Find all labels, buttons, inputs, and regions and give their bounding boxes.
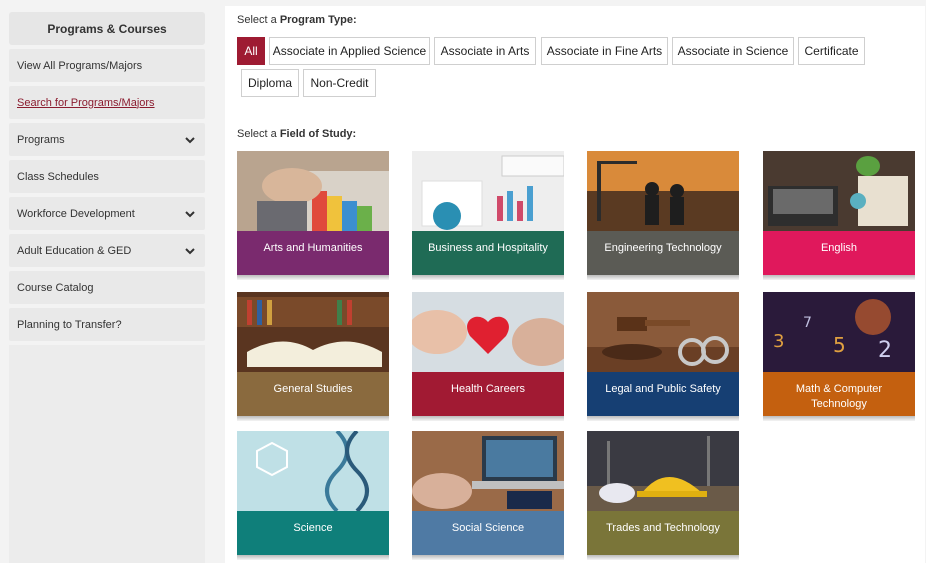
program-type-label: Select a Program Type: <box>237 14 357 26</box>
chevron-down-icon[interactable] <box>185 135 195 145</box>
field-card-label: Business and Hospitality <box>412 231 564 275</box>
program-type-certificate-button[interactable]: Certificate <box>798 37 865 65</box>
program-type-prefix: Select a <box>237 14 280 26</box>
science-image <box>237 431 389 511</box>
program-type-diploma-button[interactable]: Diploma <box>241 69 299 97</box>
field-card-label: Social Science <box>412 511 564 555</box>
legal-image <box>587 292 739 372</box>
program-type-bold: Program Type: <box>279 14 357 26</box>
field-card-label: English <box>763 231 915 275</box>
sidebar-item-label: Workforce Development <box>17 207 135 220</box>
program-type-as-button[interactable]: Associate in Science <box>672 37 794 65</box>
program-type-aa-button[interactable]: Associate in Arts <box>434 37 536 65</box>
engineering-image <box>587 151 739 231</box>
svg-text:5: 5 <box>833 333 846 357</box>
card-shadow <box>412 416 564 421</box>
field-card-social-science[interactable]: Social Science <box>412 431 564 560</box>
field-of-study-label: Select a Field of Study: <box>237 128 356 140</box>
sidebar-item-transfer[interactable]: Planning to Transfer? <box>9 308 205 341</box>
card-shadow <box>587 275 739 280</box>
card-shadow <box>237 555 389 560</box>
sidebar-nav: Programs & Courses View All Programs/Maj… <box>9 12 205 563</box>
card-shadow <box>412 555 564 560</box>
svg-text:2: 2 <box>878 338 892 363</box>
field-card-general-studies[interactable]: General Studies <box>237 292 389 421</box>
field-of-study-bold: Field of Study: <box>279 128 357 140</box>
field-card-label: Engineering Technology <box>587 231 739 275</box>
card-shadow <box>763 275 915 280</box>
sidebar-item-view-all[interactable]: View All Programs/Majors <box>9 49 205 82</box>
page: Programs & Courses View All Programs/Maj… <box>0 0 926 563</box>
chevron-down-icon[interactable] <box>185 209 195 219</box>
sidebar-item-workforce[interactable]: Workforce Development <box>9 197 205 230</box>
sidebar-item-class-schedules[interactable]: Class Schedules <box>9 160 205 193</box>
sidebar-item-label: View All Programs/Majors <box>17 59 143 72</box>
program-type-afa-button[interactable]: Associate in Fine Arts <box>541 37 668 65</box>
health-image <box>412 292 564 372</box>
general-studies-image <box>237 292 389 372</box>
main-content: Select a Program Type: All Associate in … <box>225 6 925 563</box>
program-type-all-button[interactable]: All <box>237 37 265 65</box>
card-shadow <box>412 275 564 280</box>
field-card-engineering[interactable]: Engineering Technology <box>587 151 739 280</box>
sidebar-item-label: Programs <box>17 133 65 146</box>
field-card-label: Math & Computer Technology <box>763 372 915 416</box>
sidebar-item-course-catalog[interactable]: Course Catalog <box>9 271 205 304</box>
sidebar-item-label: Planning to Transfer? <box>17 318 122 331</box>
field-card-math[interactable]: 3 7 5 2 Math & Computer Technology <box>763 292 915 421</box>
field-card-english[interactable]: English <box>763 151 915 280</box>
sidebar-item-label: Search for Programs/Majors <box>17 96 155 109</box>
sidebar-item-adult-ed[interactable]: Adult Education & GED <box>9 234 205 267</box>
field-card-business[interactable]: Business and Hospitality <box>412 151 564 280</box>
card-shadow <box>237 275 389 280</box>
field-card-health[interactable]: Health Careers <box>412 292 564 421</box>
chevron-down-icon[interactable] <box>185 246 195 256</box>
card-shadow <box>237 416 389 421</box>
field-card-science[interactable]: Science <box>237 431 389 560</box>
svg-text:3: 3 <box>773 331 784 352</box>
field-card-label: Arts and Humanities <box>237 231 389 275</box>
field-card-label: Science <box>237 511 389 555</box>
sidebar-item-label: Course Catalog <box>17 281 94 294</box>
field-card-label: Health Careers <box>412 372 564 416</box>
field-card-label: Legal and Public Safety <box>587 372 739 416</box>
card-shadow <box>587 416 739 421</box>
sidebar-background <box>9 345 205 563</box>
sidebar-item-label: Adult Education & GED <box>17 244 132 257</box>
program-type-noncredit-button[interactable]: Non-Credit <box>303 69 376 97</box>
sidebar-item-search[interactable]: Search for Programs/Majors <box>9 86 205 119</box>
sidebar-header: Programs & Courses <box>9 12 205 45</box>
english-image <box>763 151 915 231</box>
field-card-trades[interactable]: Trades and Technology <box>587 431 739 560</box>
svg-text:7: 7 <box>803 315 812 331</box>
business-image <box>412 151 564 231</box>
card-shadow <box>763 416 915 421</box>
program-type-aas-button[interactable]: Associate in Applied Science <box>269 37 430 65</box>
field-of-study-prefix: Select a <box>237 128 280 140</box>
card-shadow <box>587 555 739 560</box>
arts-image <box>237 151 389 231</box>
social-science-image <box>412 431 564 511</box>
field-card-label: General Studies <box>237 372 389 416</box>
field-card-legal[interactable]: Legal and Public Safety <box>587 292 739 421</box>
trades-image <box>587 431 739 511</box>
field-card-arts[interactable]: Arts and Humanities <box>237 151 389 280</box>
math-image: 3 7 5 2 <box>763 292 915 372</box>
field-card-label: Trades and Technology <box>587 511 739 555</box>
sidebar-item-programs[interactable]: Programs <box>9 123 205 156</box>
sidebar-item-label: Class Schedules <box>17 170 99 183</box>
